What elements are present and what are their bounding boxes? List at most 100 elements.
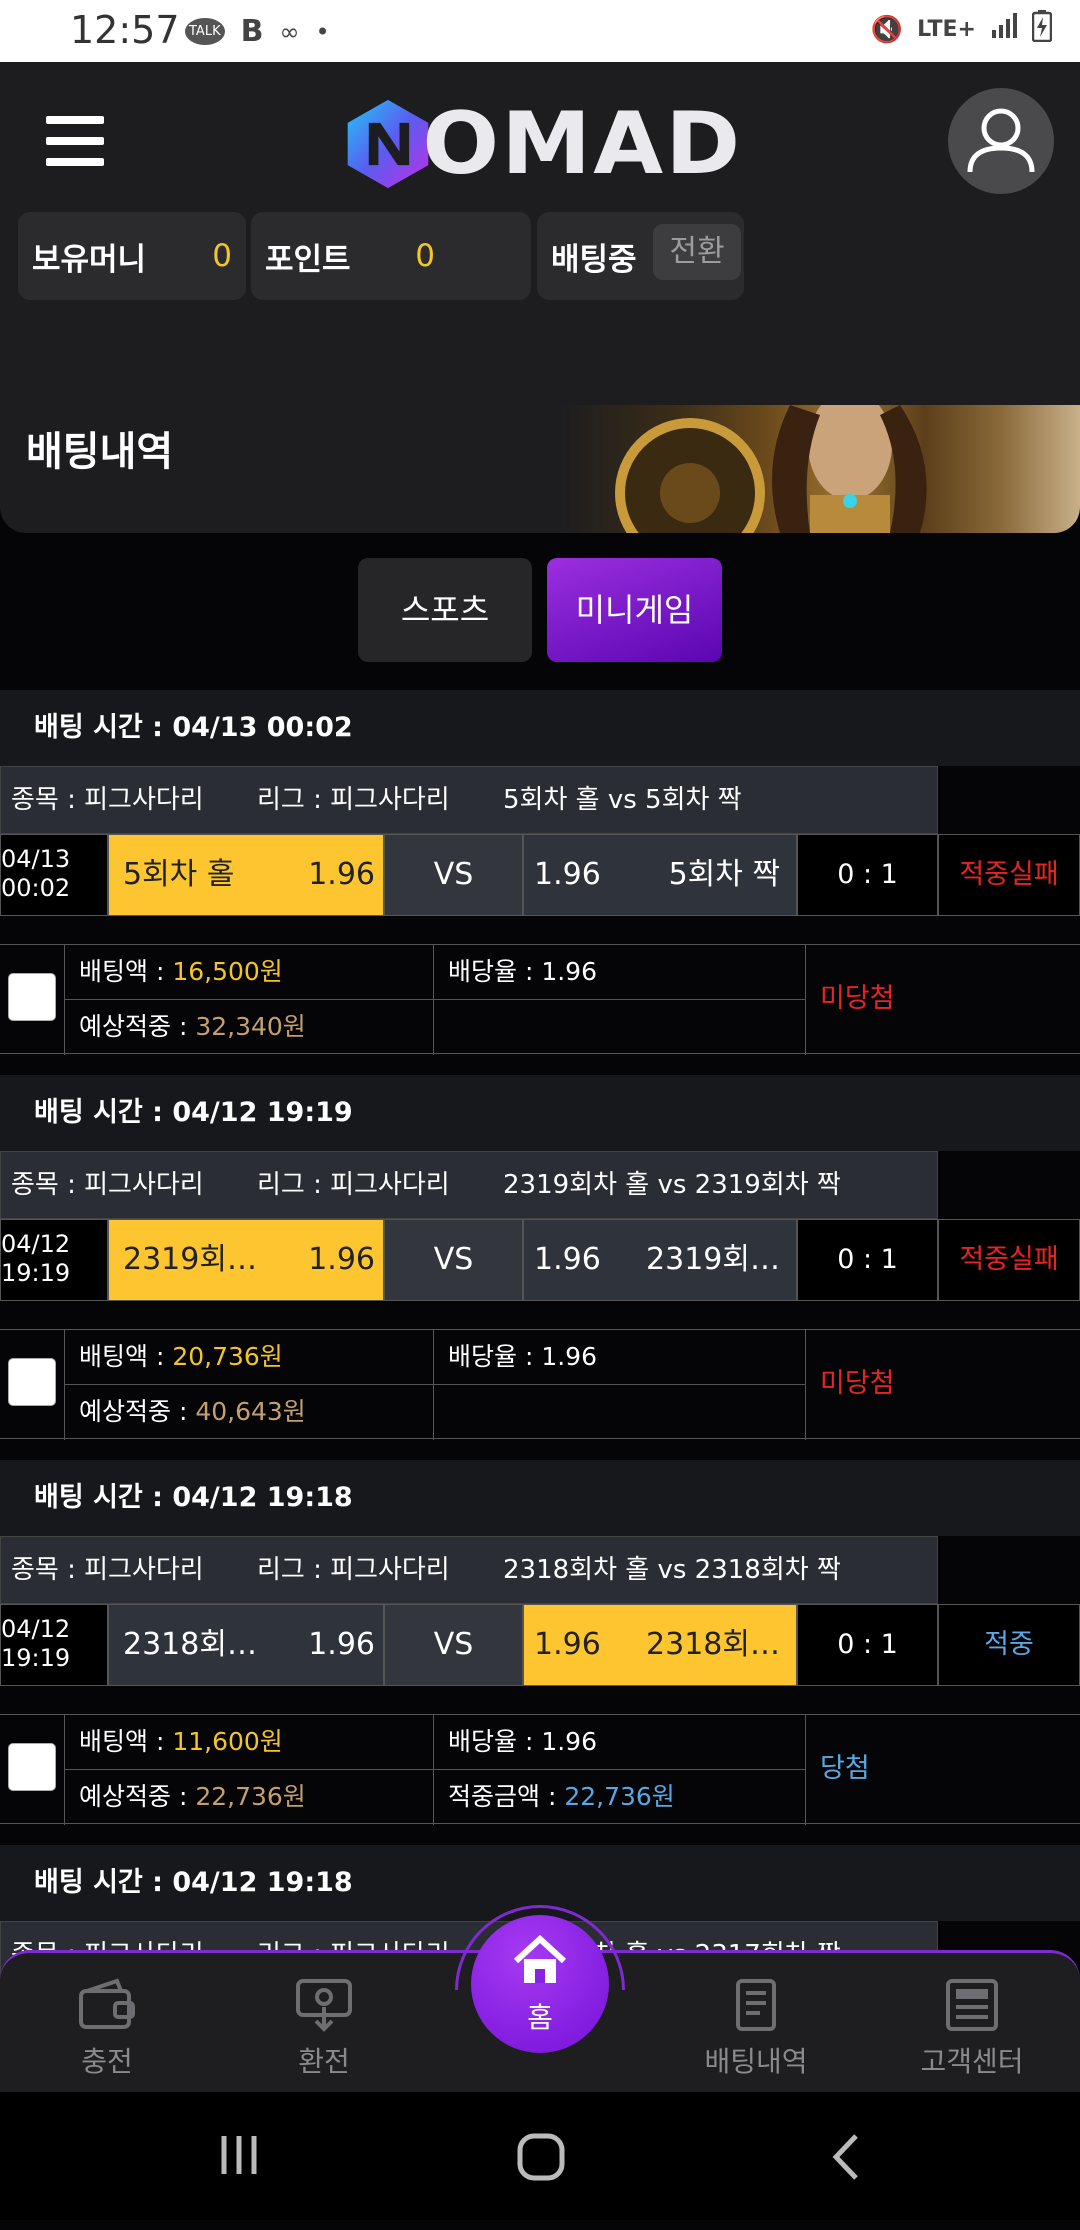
- balance-points: 포인트 0: [251, 212, 531, 300]
- nav-withdraw-label: 환전: [298, 2045, 350, 2078]
- bet-detail: 배팅액 : 20,736원 예상적중 : 40,643원 배당율 : 1.96 …: [0, 1329, 1080, 1440]
- network-label: LTE+: [917, 17, 976, 42]
- bet-amount: 배팅액 : 20,736원: [65, 1330, 433, 1385]
- away-name: 2319회…: [646, 1242, 780, 1277]
- away-odds: 1.96: [534, 857, 601, 892]
- nav-bet-history[interactable]: 배팅내역: [681, 1977, 831, 2080]
- app-header: OMAD 보유머니 0 포인트 0 배팅중 0: [0, 62, 1080, 406]
- system-icons: 🔇 LTE+: [870, 10, 1053, 49]
- nav-deposit[interactable]: 충전: [32, 1977, 182, 2080]
- bet-amount: 배팅액 : 16,500원: [65, 945, 433, 1000]
- home-name: 5회차 홀: [123, 857, 235, 892]
- bet-detail: 배팅액 : 11,600원 예상적중 : 22,736원 배당율 : 1.96 …: [0, 1714, 1080, 1825]
- bet-rate: 배당율 : 1.96: [434, 1330, 805, 1385]
- dot-icon: •: [315, 17, 330, 46]
- match-date-day: 04/12: [1, 1615, 71, 1643]
- balance-money: 보유머니 0: [18, 212, 246, 300]
- bet-matchup: 2318회차 홀 vs 2318회차 짝: [503, 1555, 841, 1585]
- match-date-time: 19:19: [1, 1644, 71, 1672]
- win-amount: 적중금액 : 22,736원: [448, 1782, 675, 1811]
- match-date: 04/12 19:19: [0, 1604, 108, 1686]
- bet-select-checkbox[interactable]: [8, 1743, 56, 1791]
- logo-text: OMAD: [422, 94, 743, 194]
- bet-time: 배팅 시간 : 04/12 19:18: [0, 1460, 1080, 1536]
- menu-icon[interactable]: [46, 116, 104, 166]
- bet-select-checkbox[interactable]: [8, 973, 56, 1021]
- bet-info-row: 종목 : 피그사다리 리그 : 피그사다리 2318회차 홀 vs 2318회차…: [0, 1536, 938, 1604]
- away-name: 2318회…: [646, 1627, 780, 1662]
- match-row: 04/12 19:19 2319회… 1.96 VS 1.96 2319회… 0…: [0, 1219, 1080, 1301]
- bet-sport: 종목 : 피그사다리: [11, 1170, 204, 1200]
- match-row: 04/13 00:02 5회차 홀 1.96 VS 1.96 5회차 짝 0 :…: [0, 834, 1080, 916]
- bet-time: 배팅 시간 : 04/13 00:02: [0, 690, 1080, 766]
- b-app-icon: B: [240, 14, 264, 49]
- document-icon: [736, 1979, 776, 2031]
- balance-money-label: 보유머니: [32, 241, 147, 278]
- home-pick[interactable]: 2318회… 1.96: [108, 1604, 384, 1686]
- notification-icons: TALK B ∞ •: [185, 14, 330, 49]
- vs-label: VS: [384, 834, 523, 916]
- expected-win: 예상적중 : 32,340원: [79, 1012, 306, 1041]
- bet-info-row: 종목 : 피그사다리 리그 : 피그사다리 5회차 홀 vs 5회차 짝: [0, 766, 938, 834]
- match-date-day: 04/12: [1, 1230, 71, 1258]
- match-row: 04/12 19:19 2318회… 1.96 VS 1.96 2318회… 0…: [0, 1604, 1080, 1686]
- home-system-icon[interactable]: [516, 2132, 566, 2182]
- link-icon: ∞: [279, 17, 300, 46]
- bet-amount: 배팅액 : 11,600원: [65, 1715, 433, 1770]
- signal-icon: [990, 12, 1018, 47]
- match-result: 적중: [938, 1604, 1080, 1686]
- match-date: 04/13 00:02: [0, 834, 108, 916]
- win-amount: [434, 1000, 805, 1055]
- exchange-icon: [296, 1979, 352, 2032]
- nav-deposit-label: 충전: [81, 2045, 133, 2078]
- battery-icon: [1031, 10, 1053, 49]
- home-odds: 1.96: [308, 1627, 375, 1662]
- tab-minigame[interactable]: 미니게임: [547, 558, 722, 662]
- bet-matchup: 5회차 홀 vs 5회차 짝: [503, 785, 742, 815]
- away-pick[interactable]: 1.96 2319회…: [523, 1219, 797, 1301]
- away-pick[interactable]: 1.96 2318회…: [523, 1604, 797, 1686]
- convert-points-button[interactable]: 전환: [653, 224, 741, 280]
- home-pick[interactable]: 2319회… 1.96: [108, 1219, 384, 1301]
- home-icon: [513, 1934, 567, 1983]
- back-icon[interactable]: [826, 2132, 866, 2182]
- balance-betting-label: 배팅중: [551, 241, 637, 278]
- recent-apps-icon[interactable]: [216, 2132, 262, 2178]
- home-odds: 1.96: [308, 1242, 375, 1277]
- wallet-icon: [79, 1978, 135, 2029]
- bet-sport: 종목 : 피그사다리: [11, 1555, 204, 1585]
- match-date-time: 00:02: [1, 874, 71, 902]
- nav-bet-history-label: 배팅내역: [704, 2045, 808, 2078]
- nav-withdraw[interactable]: 환전: [249, 1977, 399, 2080]
- balance-points-value: 0: [415, 238, 435, 274]
- mute-icon: 🔇: [870, 14, 904, 45]
- bet-sport: 종목 : 피그사다리: [11, 785, 204, 815]
- match-score: 0 : 1: [797, 1219, 938, 1301]
- kakaotalk-icon: TALK: [185, 18, 225, 45]
- home-odds: 1.96: [308, 857, 375, 892]
- match-date-time: 19:19: [1, 1259, 71, 1287]
- logo[interactable]: OMAD: [340, 94, 740, 194]
- bet-rate: 배당율 : 1.96: [434, 945, 805, 1000]
- profile-avatar[interactable]: [948, 88, 1054, 194]
- nav-support[interactable]: 고객센터: [897, 1977, 1047, 2080]
- tab-sports[interactable]: 스포츠: [358, 558, 532, 662]
- bet-card: 배팅 시간 : 04/12 19:19 종목 : 피그사다리 리그 : 피그사다…: [0, 1075, 1080, 1460]
- match-date-day: 04/13: [1, 845, 71, 873]
- bet-status: 미당첨: [820, 1368, 895, 1399]
- nav-home[interactable]: 홈: [471, 1915, 609, 2053]
- expected-win: 예상적중 : 40,643원: [79, 1397, 306, 1426]
- home-name: 2319회…: [123, 1242, 257, 1277]
- away-pick[interactable]: 1.96 5회차 짝: [523, 834, 797, 916]
- away-name: 5회차 짝: [668, 857, 780, 892]
- bet-status: 당첨: [820, 1753, 870, 1784]
- balance-money-value: 0: [212, 238, 232, 274]
- bet-card: 배팅 시간 : 04/12 19:18 종목 : 피그사다리 리그 : 피그사다…: [0, 1460, 1080, 1845]
- home-pick[interactable]: 5회차 홀 1.96: [108, 834, 384, 916]
- vs-label: VS: [384, 1219, 523, 1301]
- page-title: 배팅내역: [26, 429, 174, 475]
- status-bar: 12:57 TALK B ∞ • 🔇 LTE+: [0, 0, 1080, 62]
- bet-select-checkbox[interactable]: [8, 1358, 56, 1406]
- banner-image: [560, 405, 1080, 533]
- bet-league: 리그 : 피그사다리: [257, 1555, 450, 1585]
